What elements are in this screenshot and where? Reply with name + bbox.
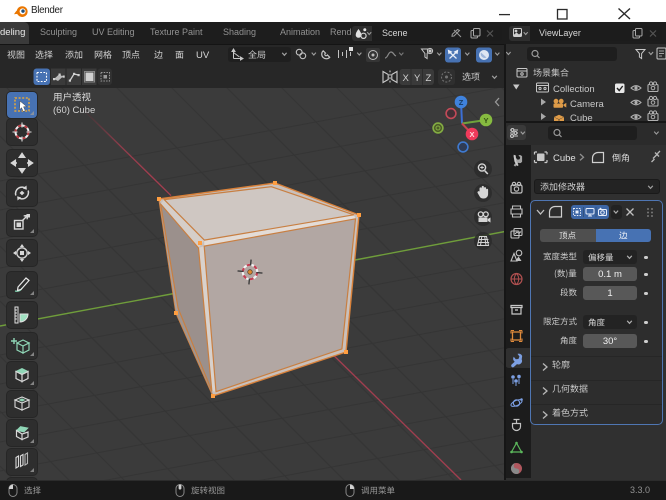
svg-text:Y: Y bbox=[483, 116, 488, 125]
svg-text:X: X bbox=[403, 73, 410, 84]
svg-text:Y: Y bbox=[414, 73, 421, 84]
svg-text:Z: Z bbox=[426, 73, 432, 84]
svg-text:Z: Z bbox=[459, 98, 464, 107]
svg-text:X: X bbox=[469, 130, 474, 139]
